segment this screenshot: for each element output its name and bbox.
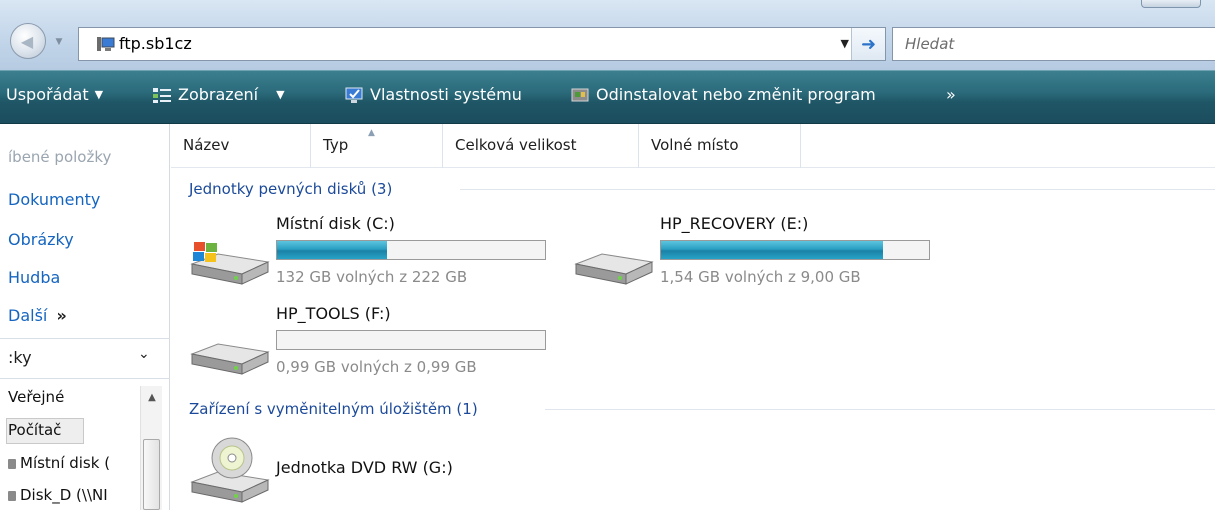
more-commands-icon: »: [946, 85, 956, 104]
tree-item-computer[interactable]: Počítač: [8, 421, 136, 439]
scroll-up-icon[interactable]: ▲: [141, 388, 163, 406]
nav-link-documents[interactable]: Dokumenty: [8, 190, 100, 209]
sort-ascending-icon: ▲: [368, 128, 375, 138]
column-headers: Název Typ ▲ Celková velikost Volné místo: [171, 124, 1215, 168]
drive-usage-bar: [276, 240, 546, 260]
drive-usage-fill: [277, 241, 387, 259]
drive-name: Jednotka DVD RW (G:): [276, 458, 453, 477]
drive-item-c[interactable]: Místní disk (C:) 132 GB volných z 222 GB: [188, 214, 568, 294]
uninstall-program-button[interactable]: Odinstalovat nebo změnit program: [570, 85, 876, 104]
uninstall-program-label: Odinstalovat nebo změnit program: [596, 85, 876, 104]
tree-item-label: Místní disk (: [20, 454, 111, 472]
column-free-space[interactable]: Volné místo: [639, 124, 801, 168]
back-button[interactable]: ◀: [10, 23, 46, 59]
chevron-down-icon: ▼: [276, 88, 285, 101]
go-arrow-button[interactable]: ➜: [851, 28, 885, 60]
more-commands-button[interactable]: »: [946, 85, 956, 104]
system-properties-label: Vlastnosti systému: [370, 85, 522, 104]
drive-free-space: 0,99 GB volných z 0,99 GB: [276, 358, 477, 376]
address-dropdown-icon[interactable]: ▼: [841, 37, 849, 50]
tree-scrollbar[interactable]: ▲: [140, 386, 162, 510]
drive-name: HP_TOOLS (F:): [276, 304, 391, 323]
drive-icon: [8, 458, 16, 469]
drive-free-space: 132 GB volných z 222 GB: [276, 268, 468, 286]
dvd-drive-icon: [190, 437, 270, 503]
search-placeholder: Hledat: [905, 35, 955, 53]
nav-link-more-label: Další: [8, 306, 48, 325]
organize-button[interactable]: Uspořádat ▼: [6, 85, 103, 104]
system-properties-button[interactable]: Vlastnosti systému: [344, 85, 522, 104]
history-dropdown-button[interactable]: ▼: [48, 29, 70, 55]
group-header-removable-storage[interactable]: Zařízení s vyměnitelným úložištěm (1): [189, 400, 478, 418]
folders-header[interactable]: :ky: [8, 348, 32, 367]
back-arrow-icon: ◀: [20, 31, 34, 51]
nav-link-more[interactable]: Další »: [8, 306, 67, 325]
column-type[interactable]: Typ: [311, 124, 443, 168]
drive-item-e[interactable]: HP_RECOVERY (E:) 1,54 GB volných z 9,00 …: [572, 214, 952, 294]
hard-drive-icon: [574, 253, 654, 285]
drive-name: HP_RECOVERY (E:): [660, 214, 809, 233]
column-total-size[interactable]: Celková velikost: [443, 124, 639, 168]
column-name[interactable]: Název: [171, 124, 311, 168]
favorite-links-header: íbené položky: [8, 148, 112, 166]
computer-icon: [97, 37, 115, 51]
drive-usage-bar: [276, 330, 546, 350]
divider: [0, 378, 170, 379]
organize-label: Uspořádat: [6, 85, 89, 104]
command-bar: Uspořádat ▼ Zobrazení ▼ Vlastnosti systé…: [0, 70, 1215, 124]
chevron-down-icon: ▼: [94, 88, 104, 101]
windows-drive-icon: [190, 242, 270, 285]
drive-usage-fill: [661, 241, 884, 259]
nav-link-pictures[interactable]: Obrázky: [8, 230, 74, 249]
drive-name: Místní disk (C:): [276, 214, 395, 233]
search-input[interactable]: Hledat: [892, 27, 1215, 61]
tree-item-public[interactable]: Veřejné: [8, 388, 136, 406]
drive-item-g[interactable]: Jednotka DVD RW (G:): [188, 428, 568, 508]
hard-drive-icon: [190, 343, 270, 375]
group-divider: [545, 409, 1215, 410]
drive-usage-bar: [660, 240, 930, 260]
tree-item-disk-d[interactable]: Disk_D (\\NI: [8, 486, 136, 504]
address-path: ftp.sb1cz: [119, 34, 192, 53]
window-corner-controls: [1141, 0, 1201, 8]
tree-item-local-disk[interactable]: Místní disk (: [8, 454, 136, 472]
views-icon: [153, 87, 171, 103]
chevron-down-icon[interactable]: ⌄: [138, 346, 150, 362]
nav-link-music[interactable]: Hudba: [8, 268, 60, 287]
group-divider: [460, 189, 1215, 190]
drive-free-space: 1,54 GB volných z 9,00 GB: [660, 268, 861, 286]
address-field[interactable]: ftp.sb1cz ▼ ➜: [78, 27, 886, 61]
divider: [0, 338, 170, 339]
tree-item-label: Disk_D (\\NI: [20, 486, 108, 504]
views-label: Zobrazení: [178, 85, 259, 104]
system-properties-icon: [345, 87, 363, 103]
address-bar-strip: ◀ ▼ ftp.sb1cz ▼ ➜ Hledat: [0, 0, 1215, 70]
drive-item-f[interactable]: HP_TOOLS (F:) 0,99 GB volných z 0,99 GB: [188, 304, 568, 384]
navigation-pane: íbené položky Dokumenty Obrázky Hudba Da…: [0, 124, 170, 510]
views-button[interactable]: Zobrazení ▼: [152, 85, 285, 104]
uninstall-program-icon: [571, 88, 589, 101]
scroll-thumb[interactable]: [143, 439, 160, 510]
double-chevron-icon: »: [56, 306, 67, 325]
group-header-hard-disks[interactable]: Jednotky pevných disků (3): [189, 180, 392, 198]
network-drive-icon: [8, 490, 16, 501]
